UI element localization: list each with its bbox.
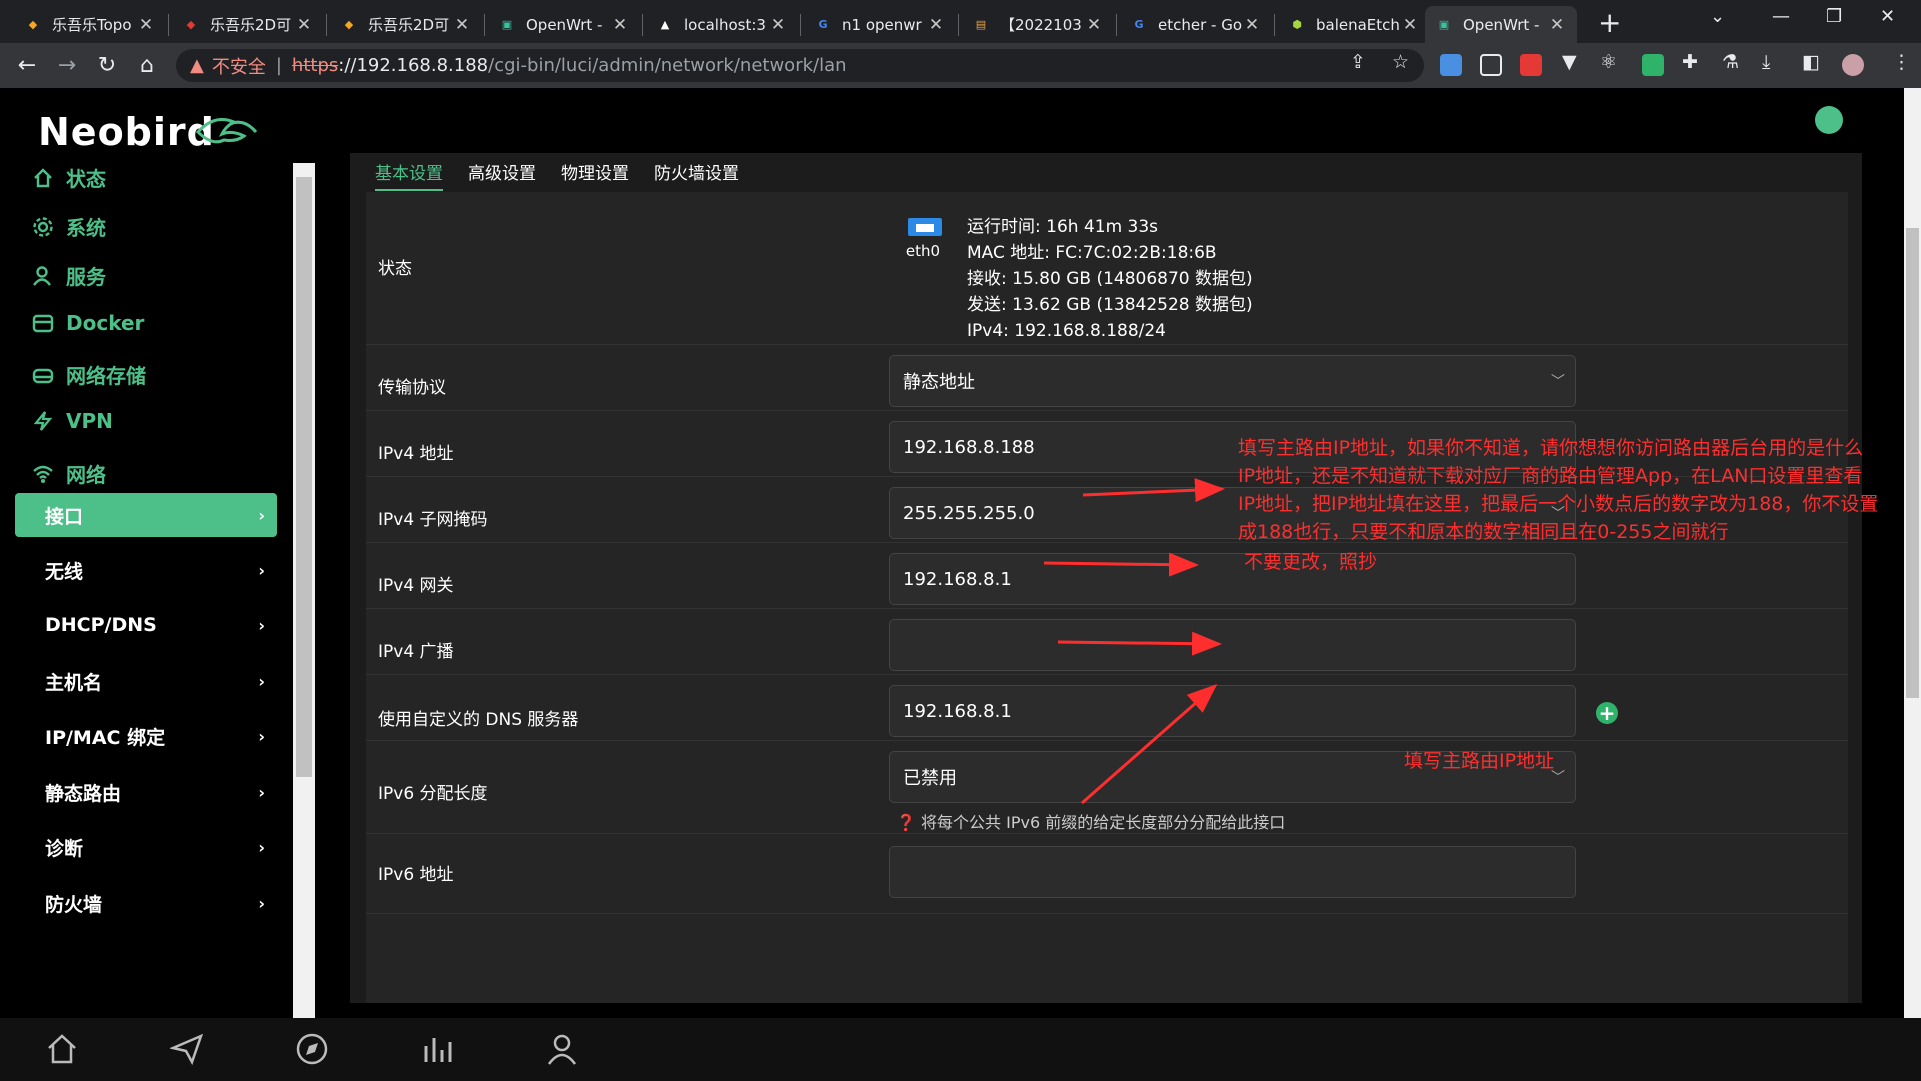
page-scroll-thumb[interactable] [1906,228,1919,698]
tab-search-icon[interactable]: ⌄ [1710,6,1725,27]
tab-title: OpenWrt - [526,15,603,34]
labs-flask-icon[interactable]: ⚗ [1722,51,1739,73]
tab-close-icon[interactable]: ✕ [452,15,472,35]
tab-title: balenaEtch [1316,15,1400,34]
page-scrollbar[interactable] [1904,88,1921,1081]
tab-favicon-icon: ◆ [344,18,354,31]
close-window-button[interactable]: ✕ [1880,6,1895,27]
stats-nav-icon[interactable] [420,1032,454,1066]
url-path: /cgi-bin/luci/admin/network/network/lan [488,55,847,76]
browser-tab[interactable]: ▣ OpenWrt - ✕ [488,6,640,43]
arrow-mask [1043,552,1199,577]
tab-title: OpenWrt - [1463,15,1540,34]
user-nav-icon[interactable] [545,1032,579,1066]
download-icon[interactable]: ⤓ [1762,51,1770,73]
extension-green-icon[interactable] [1642,54,1664,76]
compass-nav-icon[interactable] [295,1032,329,1066]
arrow-gateway [1057,631,1222,656]
menu-kebab-icon[interactable]: ⋮ [1892,51,1911,73]
react-extension-icon[interactable]: ⚛ [1600,51,1617,73]
home-button[interactable]: ⌂ [133,52,161,80]
annotation-arrows [1043,478,1225,805]
tab-title: 乐吾乐2D可 [210,16,292,34]
url-host: ://192.168.8.188 [338,55,489,76]
tab-separator [1116,14,1117,36]
tab-title: 乐吾乐2D可 [368,16,450,34]
tab-title: 乐吾乐Topo [52,16,132,34]
warning-icon: ▲ [190,55,204,76]
tab-close-icon[interactable]: ✕ [926,15,946,35]
tab-separator [958,14,959,36]
url-omnibox[interactable]: ▲ 不安全 | https ://192.168.8.188 /cgi-bin/… [176,49,1424,82]
tab-separator [1274,14,1275,36]
tab-title: 【2022103 [1000,16,1082,34]
tab-close-icon[interactable]: ✕ [1242,15,1262,35]
tab-close-icon[interactable]: ✕ [610,15,630,35]
tab-separator [168,14,169,36]
vue-extension-icon[interactable]: ▼ [1562,51,1577,73]
translate-extension-icon[interactable] [1440,54,1462,76]
url-separator: | [275,55,282,76]
tab-favicon-icon: ▲ [660,18,670,31]
tab-close-icon[interactable]: ✕ [768,15,788,35]
restore-button[interactable]: ❐ [1826,6,1842,27]
insecure-label: 不安全 [211,56,266,78]
browser-tab[interactable]: ◆ 乐吾乐Topo ✕ [14,6,166,43]
tab-title: localhost:3 [684,15,766,34]
tab-favicon-icon: ▤ [975,18,987,31]
tab-favicon-icon: ▣ [1438,18,1450,31]
browser-tab[interactable]: ◆ 乐吾乐2D可 ✕ [172,6,324,43]
url-scheme: https [291,55,339,76]
minimize-button[interactable]: — [1772,6,1790,27]
bottom-nav [0,1018,1921,1081]
tab-close-icon[interactable]: ✕ [136,15,156,35]
browser-tab[interactable]: ▲ localhost:3 ✕ [646,6,798,43]
reload-button[interactable]: ↻ [93,52,121,80]
side-panel-icon[interactable]: ◧ [1802,51,1820,73]
new-tab-button[interactable]: + [1598,6,1621,39]
tab-favicon-icon: ⬢ [1292,18,1302,31]
browser-tab[interactable]: Gn1 openwr ✕ [804,6,956,43]
tab-close-icon[interactable]: ✕ [1547,15,1567,35]
tab-separator [326,14,327,36]
browser-tab[interactable]: ▣ OpenWrt - ✕ [1425,6,1577,43]
page: Neobird 状态 系统 服务 Docker 网络存储 VPN 网络 接口 › 无线 › DHCP/… [0,88,1921,1081]
extensions-puzzle-icon[interactable]: ✚ [1682,51,1698,73]
bookmark-star-icon[interactable]: ☆ [1392,51,1409,73]
share-icon[interactable]: ⇪ [1350,51,1366,73]
arrow-dns [1081,684,1218,805]
tab-favicon-icon: ▣ [501,18,513,31]
browser-tab-bar: ◆ 乐吾乐Topo ✕ ◆ 乐吾乐2D可 ✕ ◆ 乐吾乐2D可 ✕ ▣ OpenWrt - ✕ ▲ loc… [0,0,1921,43]
tab-close-icon[interactable]: ✕ [1400,15,1420,35]
tab-close-icon[interactable]: ✕ [1084,15,1104,35]
browser-tab[interactable]: Getcher - Go ✕ [1120,6,1272,43]
arrow-ip [1082,478,1225,503]
extension-red-icon[interactable] [1520,54,1542,76]
tab-separator [642,14,643,36]
tab-title: etcher - Go [1158,15,1242,34]
tab-favicon-icon: ◆ [186,18,196,31]
browser-tab[interactable]: ◆ 乐吾乐2D可 ✕ [330,6,482,43]
profile-avatar[interactable] [1842,54,1864,76]
send-nav-icon[interactable] [170,1032,204,1066]
browser-tab[interactable]: ▤ 【2022103 ✕ [962,6,1114,43]
tab-separator [484,14,485,36]
forward-button[interactable]: → [53,52,81,80]
tab-favicon-icon: G [1134,18,1144,31]
tab-separator [800,14,801,36]
back-button[interactable]: ← [13,52,41,80]
tab-title: n1 openwr [842,15,922,34]
extension-window-icon[interactable] [1480,54,1502,76]
home-nav-icon[interactable] [45,1032,79,1066]
address-bar: ← → ↻ ⌂ ▲ 不安全 | https ://192.168.8.188 /… [0,43,1921,88]
tab-favicon-icon: G [818,18,828,31]
tab-favicon-icon: ◆ [28,18,38,31]
tab-close-icon[interactable]: ✕ [294,15,314,35]
browser-tab[interactable]: ⬢ balenaEtch ✕ [1278,6,1430,43]
